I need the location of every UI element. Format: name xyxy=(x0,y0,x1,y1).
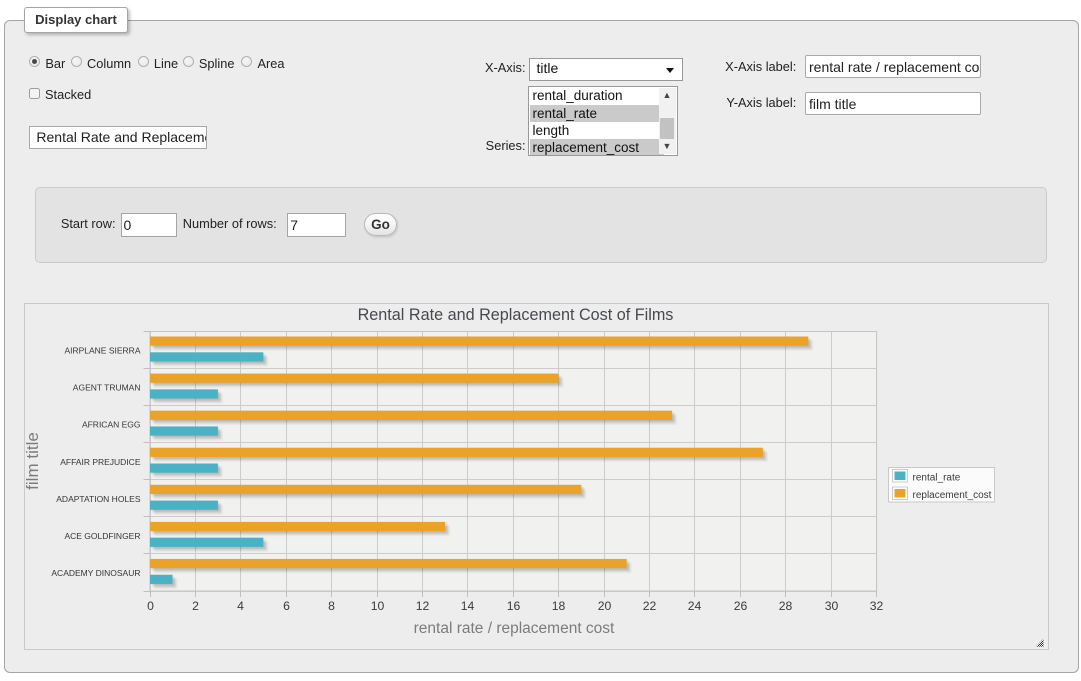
svg-text:rental rate / replacement cost: rental rate / replacement cost xyxy=(414,620,615,637)
svg-text:ADAPTATION HOLES: ADAPTATION HOLES xyxy=(56,494,141,504)
svg-text:AGENT TRUMAN: AGENT TRUMAN xyxy=(73,383,141,393)
svg-text:Rental Rate and Replacement Co: Rental Rate and Replacement Cost of Film… xyxy=(358,306,674,324)
svg-text:0: 0 xyxy=(147,599,154,613)
svg-text:rental_rate: rental_rate xyxy=(913,473,961,484)
svg-text:10: 10 xyxy=(371,599,385,613)
svg-text:12: 12 xyxy=(416,599,430,613)
svg-text:20: 20 xyxy=(598,599,612,613)
svg-text:2: 2 xyxy=(192,599,199,613)
svg-text:replacement_cost: replacement_cost xyxy=(913,490,992,501)
svg-text:28: 28 xyxy=(779,599,793,613)
svg-text:14: 14 xyxy=(461,599,475,613)
svg-text:ACE GOLDFINGER: ACE GOLDFINGER xyxy=(64,531,140,541)
svg-text:18: 18 xyxy=(552,599,566,613)
svg-text:ACADEMY DINOSAUR: ACADEMY DINOSAUR xyxy=(51,568,140,578)
svg-text:22: 22 xyxy=(643,599,657,613)
svg-text:4: 4 xyxy=(237,599,244,613)
svg-text:AFFAIR PREJUDICE: AFFAIR PREJUDICE xyxy=(60,457,141,467)
svg-text:16: 16 xyxy=(507,599,521,613)
svg-text:8: 8 xyxy=(328,599,335,613)
svg-text:AIRPLANE SIERRA: AIRPLANE SIERRA xyxy=(64,346,140,356)
svg-text:24: 24 xyxy=(688,599,702,613)
svg-text:32: 32 xyxy=(870,599,884,613)
svg-text:30: 30 xyxy=(825,599,839,613)
svg-text:film title: film title xyxy=(24,432,42,490)
svg-text:26: 26 xyxy=(734,599,748,613)
svg-text:6: 6 xyxy=(283,599,290,613)
svg-text:AFRICAN EGG: AFRICAN EGG xyxy=(82,420,141,430)
